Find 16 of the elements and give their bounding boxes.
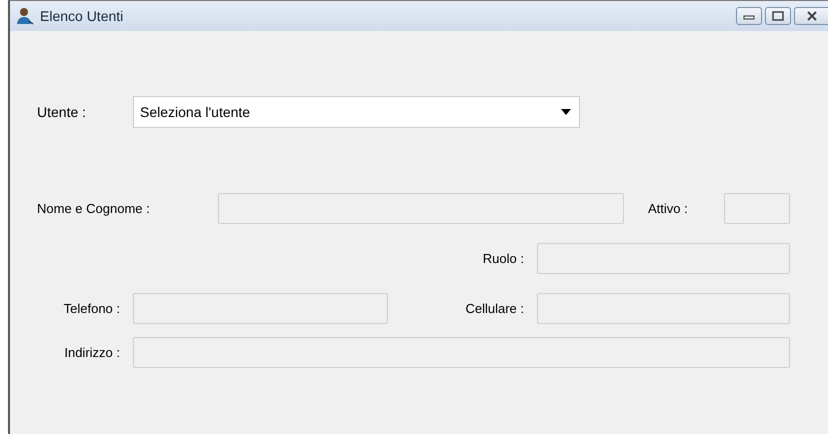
close-button[interactable] bbox=[794, 7, 828, 25]
minimize-button[interactable] bbox=[736, 7, 762, 25]
field-label: Indirizzo : bbox=[63, 345, 121, 360]
field-label: Telefono : bbox=[62, 301, 121, 316]
maximize-button[interactable] bbox=[765, 7, 791, 25]
field-label: Cellulare : bbox=[464, 301, 525, 316]
maximize-icon bbox=[772, 11, 784, 21]
field-label: Attivo : bbox=[648, 201, 689, 216]
user-icon bbox=[16, 7, 34, 25]
window-title: Elenco Utenti bbox=[40, 8, 124, 24]
field-label: Utente : bbox=[37, 104, 88, 120]
close-icon bbox=[804, 11, 818, 21]
field-label: Nome e Cognome : bbox=[37, 201, 151, 216]
field-label: Ruolo : bbox=[482, 251, 525, 266]
dropdown-caret-icon bbox=[561, 109, 571, 115]
user-dropdown[interactable]: Seleziona l'utente bbox=[133, 96, 580, 128]
